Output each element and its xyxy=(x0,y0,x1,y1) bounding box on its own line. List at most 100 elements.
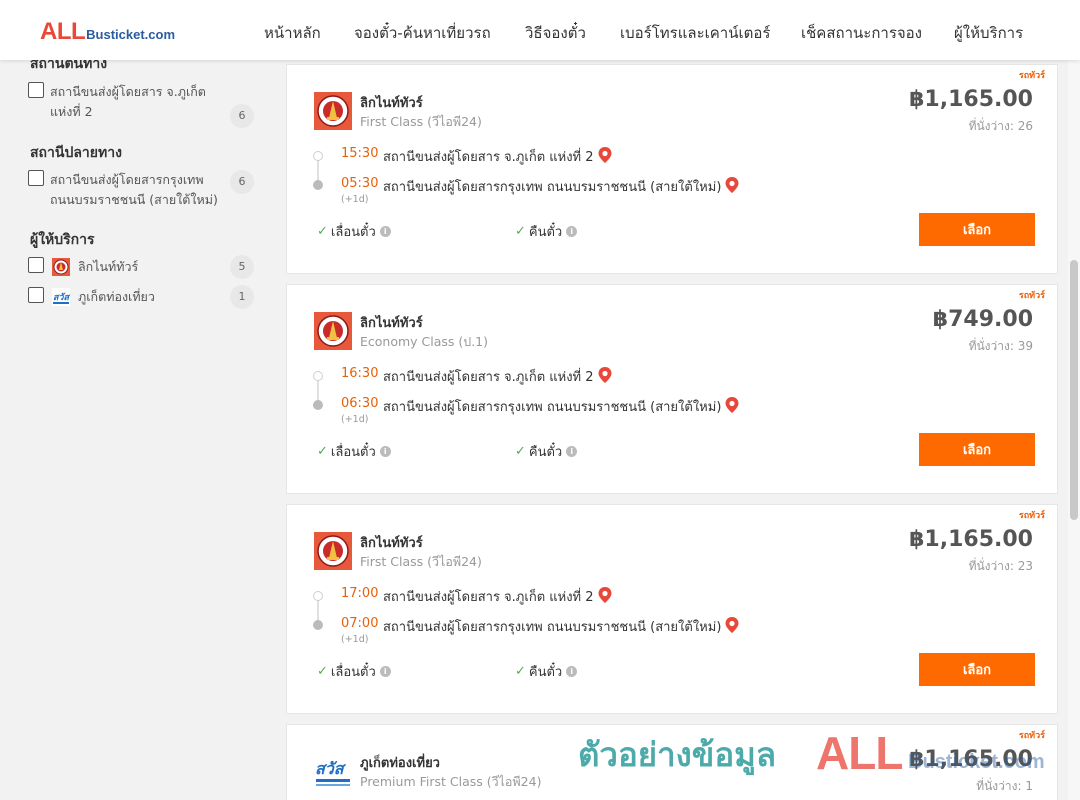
map-pin-icon[interactable] xyxy=(598,587,612,603)
arrival-station[interactable]: สถานีขนส่งผู้โดยสารกรุงเทพ ถนนบรมราชชนนี… xyxy=(383,396,739,417)
destination-checkbox[interactable] xyxy=(28,170,44,186)
lignite-tour-logo-icon xyxy=(314,532,352,570)
next-day-indicator: (+1d) xyxy=(341,634,369,645)
origin-filter-count: 6 xyxy=(230,104,254,128)
destination-filter-label: สถานีขนส่งผู้โดยสารกรุงเทพ ถนนบรมราชชนนี… xyxy=(50,172,218,207)
seats-available: ที่นั่งว่าง: 1 xyxy=(976,779,1033,793)
nav-how-to-book[interactable]: วิธีจองตั๋ว xyxy=(525,21,586,45)
watermark-logo-all: ALL xyxy=(816,727,903,779)
check-icon: ✓ xyxy=(515,224,526,239)
change-ticket-label: เลื่อนตั๋ว xyxy=(330,665,376,680)
refund-ticket-feature: ✓ คืนตั๋ว i xyxy=(515,221,578,242)
select-trip-button[interactable]: เลือก xyxy=(919,433,1035,466)
map-pin-icon[interactable] xyxy=(725,397,739,413)
info-icon[interactable]: i xyxy=(566,666,578,677)
info-icon[interactable]: i xyxy=(379,666,391,677)
filter-sidebar: สถานีต้นทาง สถานีขนส่งผู้โดยสาร จ.ภูเก็ต… xyxy=(0,60,270,800)
page-scrollbar[interactable] xyxy=(1068,60,1080,800)
change-ticket-feature: ✓ เลื่อนตั๋ว i xyxy=(317,441,391,462)
site-header: ALL Busticket.com หน้าหลัก จองตั๋ว-ค้นหา… xyxy=(0,0,1080,60)
lignite-tour-logo-icon xyxy=(52,258,70,276)
seats-available: ที่นั่งว่าง: 39 xyxy=(968,339,1033,353)
phuket-travel-logo-icon: สวัส xyxy=(314,752,352,790)
operator-filter-label: ภูเก็ตท่องเที่ยว xyxy=(78,289,155,304)
trip-card: รถทัวร์ ลิกไนท์ทัวร์ First Class (วีไอพี… xyxy=(286,504,1058,714)
origin-filter-label: สถานีขนส่งผู้โดยสาร จ.ภูเก็ต แห่งที่ 2 xyxy=(50,84,206,119)
departure-station-name: สถานีขนส่งผู้โดยสาร จ.ภูเก็ต แห่งที่ 2 xyxy=(383,150,594,165)
logo-all-text: ALL xyxy=(40,18,86,45)
operator-name: ลิกไนท์ทัวร์ xyxy=(360,536,423,551)
nav-operators[interactable]: ผู้ให้บริการ xyxy=(954,21,1023,45)
origin-filter-item[interactable]: สถานีขนส่งผู้โดยสาร จ.ภูเก็ต แห่งที่ 2 6 xyxy=(28,82,254,128)
scrollbar-thumb[interactable] xyxy=(1070,260,1078,520)
arrival-station-name: สถานีขนส่งผู้โดยสารกรุงเทพ ถนนบรมราชชนนี… xyxy=(383,180,722,195)
bus-type-badge: รถทัวร์ xyxy=(1018,731,1045,741)
operator-checkbox-lignite[interactable] xyxy=(28,257,44,273)
bus-class: Economy Class (ป.1) xyxy=(360,334,489,349)
departure-station[interactable]: สถานีขนส่งผู้โดยสาร จ.ภูเก็ต แห่งที่ 2 xyxy=(383,366,612,387)
select-trip-button[interactable]: เลือก xyxy=(919,213,1035,246)
next-day-indicator: (+1d) xyxy=(341,414,369,425)
select-trip-button[interactable]: เลือก xyxy=(919,653,1035,686)
change-ticket-label: เลื่อนตั๋ว xyxy=(330,445,376,460)
refund-ticket-label: คืนตั๋ว xyxy=(528,445,563,460)
refund-ticket-label: คืนตั๋ว xyxy=(528,225,563,240)
info-icon[interactable]: i xyxy=(566,226,578,237)
operator-checkbox-phuket[interactable] xyxy=(28,287,44,303)
info-icon[interactable]: i xyxy=(566,446,578,457)
check-icon: ✓ xyxy=(317,444,328,459)
refund-ticket-feature: ✓ คืนตั๋ว i xyxy=(515,661,578,682)
check-icon: ✓ xyxy=(317,224,328,239)
operator-filter-item[interactable]: ลิกไนท์ทัวร์ 5 xyxy=(28,255,254,281)
bus-type-badge: รถทัวร์ xyxy=(1018,291,1045,301)
operator-name: ลิกไนท์ทัวร์ xyxy=(360,96,423,111)
nav-home[interactable]: หน้าหลัก xyxy=(264,21,321,45)
arrival-station[interactable]: สถานีขนส่งผู้โดยสารกรุงเทพ ถนนบรมราชชนนี… xyxy=(383,176,739,197)
lignite-tour-logo-icon xyxy=(314,312,352,350)
destination-filter-item[interactable]: สถานีขนส่งผู้โดยสารกรุงเทพ ถนนบรมราชชนนี… xyxy=(28,170,254,214)
trip-price: ฿1,165.00 xyxy=(909,527,1033,552)
departure-station-name: สถานีขนส่งผู้โดยสาร จ.ภูเก็ต แห่งที่ 2 xyxy=(383,590,594,605)
departure-station[interactable]: สถานีขนส่งผู้โดยสาร จ.ภูเก็ต แห่งที่ 2 xyxy=(383,586,612,607)
arrival-time: 06:30 xyxy=(341,396,379,411)
svg-text:สวัส: สวัส xyxy=(53,292,70,303)
arrival-time: 05:30 xyxy=(341,176,379,191)
bus-class: First Class (วีไอพี24) xyxy=(360,114,482,129)
arrival-station-name: สถานีขนส่งผู้โดยสารกรุงเทพ ถนนบรมราชชนนี… xyxy=(383,620,722,635)
origin-filter-title: สถานีต้นทาง xyxy=(30,60,108,72)
departure-station[interactable]: สถานีขนส่งผู้โดยสาร จ.ภูเก็ต แห่งที่ 2 xyxy=(383,146,612,167)
nav-contact-counter[interactable]: เบอร์โทรและเคาน์เตอร์ xyxy=(620,21,770,45)
arrival-station[interactable]: สถานีขนส่งผู้โดยสารกรุงเทพ ถนนบรมราชชนนี… xyxy=(383,616,739,637)
bus-type-badge: รถทัวร์ xyxy=(1018,511,1045,521)
info-icon[interactable]: i xyxy=(379,446,391,457)
next-day-indicator: (+1d) xyxy=(341,194,369,205)
operator-name: ลิกไนท์ทัวร์ xyxy=(360,316,423,331)
change-ticket-feature: ✓ เลื่อนตั๋ว i xyxy=(317,221,391,242)
origin-checkbox[interactable] xyxy=(28,82,44,98)
map-pin-icon[interactable] xyxy=(725,617,739,633)
change-ticket-label: เลื่อนตั๋ว xyxy=(330,225,376,240)
departure-time: 17:00 xyxy=(341,586,379,601)
arrival-station-name: สถานีขนส่งผู้โดยสารกรุงเทพ ถนนบรมราชชนนี… xyxy=(383,400,722,415)
map-pin-icon[interactable] xyxy=(598,147,612,163)
operator-filter-count: 5 xyxy=(230,255,254,279)
departure-station-name: สถานีขนส่งผู้โดยสาร จ.ภูเก็ต แห่งที่ 2 xyxy=(383,370,594,385)
nav-book-search[interactable]: จองตั๋ว-ค้นหาเที่ยวรถ xyxy=(354,21,491,45)
map-pin-icon[interactable] xyxy=(725,177,739,193)
map-pin-icon[interactable] xyxy=(598,367,612,383)
departure-dot xyxy=(313,151,323,161)
refund-ticket-label: คืนตั๋ว xyxy=(528,665,563,680)
operator-filter-count: 1 xyxy=(230,285,254,309)
check-icon: ✓ xyxy=(515,664,526,679)
arrival-dot xyxy=(313,620,323,630)
bus-class: First Class (วีไอพี24) xyxy=(360,554,482,569)
info-icon[interactable]: i xyxy=(379,226,391,237)
check-icon: ✓ xyxy=(317,664,328,679)
nav-check-booking[interactable]: เช็คสถานะการจอง xyxy=(801,21,922,45)
check-icon: ✓ xyxy=(515,444,526,459)
site-logo[interactable]: ALL Busticket.com xyxy=(40,18,175,46)
lignite-tour-logo-icon xyxy=(314,92,352,130)
trip-card: รถทัวร์ ลิกไนท์ทัวร์ First Class (วีไอพี… xyxy=(286,64,1058,274)
operator-filter-item[interactable]: สวัส ภูเก็ตท่องเที่ยว 1 xyxy=(28,285,254,311)
svg-text:สวัส: สวัส xyxy=(315,759,347,778)
